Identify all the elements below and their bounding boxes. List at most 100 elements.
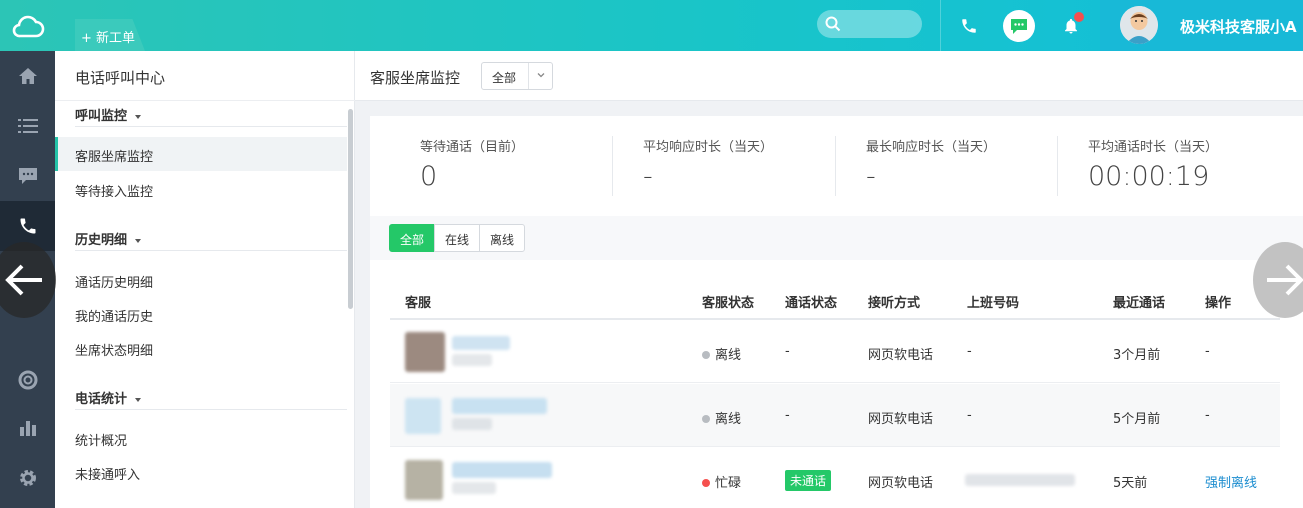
divider	[75, 409, 347, 410]
force-offline-link[interactable]: 强制离线	[1205, 472, 1257, 491]
answer-method: 网页软电话	[868, 348, 934, 363]
group-phone-stats[interactable]: 电话统计	[75, 388, 142, 407]
call-status: 未通话	[785, 470, 832, 491]
agent-avatar-blurred	[405, 460, 443, 500]
tab-all[interactable]: 全部	[389, 224, 436, 252]
stat-label: 等待通话（目前）	[420, 140, 525, 155]
agent-status: 离线	[702, 344, 741, 363]
column-header: 通话状态	[785, 296, 838, 311]
caret-down-icon	[135, 114, 142, 119]
caret-down-icon	[135, 397, 142, 402]
stat-value: -	[866, 161, 876, 192]
page-title: 客服坐席监控	[370, 69, 461, 87]
group-history[interactable]: 历史明细	[75, 229, 142, 248]
sidebar-title: 电话呼叫中心	[75, 69, 166, 87]
table-row[interactable]: 忙碌 未通话 网页软电话 5天前 强制离线	[390, 448, 1280, 508]
sidebar-item-overview[interactable]: 统计概况	[55, 421, 347, 455]
stat-avg-response: 平均响应时长（当天） -	[593, 136, 815, 192]
row-action: -	[1205, 344, 1210, 359]
gear-icon	[19, 470, 36, 486]
divider	[75, 250, 347, 251]
rail-chat[interactable]	[0, 151, 55, 201]
status-tabs: 全部 在线 离线	[389, 224, 526, 252]
new-ticket-tab[interactable]: + 新工单	[75, 19, 145, 51]
search-icon	[825, 16, 841, 32]
sidebar-item-missed-inbound[interactable]: 未接通呼入	[55, 455, 347, 489]
column-header: 最近通话	[1113, 296, 1166, 311]
caret-down-icon	[135, 238, 142, 243]
agent-name-blurred	[452, 398, 547, 414]
main-header: 客服坐席监控 全部	[355, 51, 1303, 101]
divider	[55, 100, 355, 101]
stat-label: 平均通话时长（当天）	[1088, 140, 1219, 155]
group-call-monitor[interactable]: 呼叫监控	[75, 105, 142, 124]
tab-offline[interactable]: 离线	[479, 224, 526, 252]
username: 极米科技客服小A	[1180, 18, 1297, 36]
user-menu[interactable]: 极米科技客服小A	[1100, 0, 1303, 51]
sidebar-item-agent-status[interactable]: 坐席状态明细	[55, 331, 347, 365]
agent-avatar-blurred	[405, 332, 445, 372]
search-box[interactable]	[817, 10, 922, 38]
sidebar: 电话呼叫中心 呼叫监控 客服坐席监控 等待接入监控 历史明细 通话历史明细 我的…	[55, 51, 355, 508]
sidebar-item-my-history[interactable]: 我的通话历史	[55, 297, 347, 331]
phone-icon[interactable]	[955, 0, 983, 51]
table-row[interactable]: 离线 - 网页软电话 - 3个月前 -	[390, 320, 1280, 383]
stat-value: 00:00:19	[1088, 161, 1210, 192]
last-call: 3个月前	[1113, 348, 1161, 363]
agent-avatar-blurred	[405, 398, 441, 434]
chat-message-icon[interactable]	[1003, 0, 1035, 51]
rail-list[interactable]	[0, 101, 55, 151]
call-status: -	[785, 408, 790, 423]
stat-label: 平均响应时长（当天）	[643, 140, 774, 155]
column-header: 操作	[1205, 296, 1232, 311]
row-action: -	[1205, 408, 1210, 423]
phone-icon	[20, 218, 35, 234]
answer-method: 网页软电话	[868, 476, 934, 491]
rail-settings[interactable]	[0, 453, 55, 503]
arrow-right-icon	[1267, 264, 1303, 296]
cloud-logo-icon[interactable]	[0, 0, 55, 51]
column-header: 接听方式	[868, 296, 921, 311]
list-icon	[17, 119, 38, 133]
call-status-badge: 未通话	[785, 470, 832, 491]
rail-stats[interactable]	[0, 403, 55, 453]
divider	[75, 126, 347, 127]
table-row[interactable]: 离线 - 网页软电话 - 5个月前 -	[390, 384, 1280, 447]
bar-chart-icon	[19, 421, 36, 436]
filter-value: 全部	[492, 71, 517, 85]
chat-icon	[18, 168, 37, 184]
stat-max-response: 最长响应时长（当天） -	[816, 136, 1038, 192]
notification-dot	[1074, 12, 1084, 22]
bell-notification-icon[interactable]	[1058, 0, 1084, 51]
agent-status: 离线	[702, 408, 741, 427]
stat-label: 最长响应时长（当天）	[866, 140, 997, 155]
answer-method: 网页软电话	[868, 412, 934, 427]
stat-waiting: 等待通话（目前） 0	[370, 136, 592, 192]
sidebar-item-agent-monitor[interactable]: 客服坐席监控	[55, 137, 347, 171]
stat-value: 0	[420, 161, 438, 192]
sidebar-item-call-history[interactable]: 通话历史明细	[55, 263, 347, 297]
top-bar: + 新工单 极米科技客服小A	[0, 0, 1303, 51]
work-number: -	[967, 408, 972, 423]
rail-home[interactable]	[0, 51, 55, 101]
column-header: 客服	[405, 296, 432, 311]
sidebar-item-queue-monitor[interactable]: 等待接入监控	[55, 172, 347, 206]
agent-name-blurred	[452, 336, 510, 350]
agent-name-blurred	[452, 462, 552, 478]
agent-status: 忙碌	[702, 472, 741, 491]
lifebuoy-icon	[18, 370, 37, 390]
group-filter-select[interactable]: 全部	[481, 62, 553, 90]
last-call: 5个月前	[1113, 412, 1161, 427]
call-status: -	[785, 344, 790, 359]
last-call: 5天前	[1113, 476, 1148, 491]
avatar[interactable]	[1120, 6, 1158, 44]
column-header: 客服状态	[702, 296, 755, 311]
sidebar-scrollbar[interactable]	[348, 109, 353, 309]
header-separator	[940, 0, 941, 51]
rail-help[interactable]	[0, 355, 55, 405]
work-number-blurred	[965, 474, 1075, 486]
chevron-down-icon	[537, 73, 545, 78]
arrow-left-icon	[5, 264, 42, 296]
stat-value: -	[643, 161, 653, 192]
tab-online[interactable]: 在线	[434, 224, 481, 252]
